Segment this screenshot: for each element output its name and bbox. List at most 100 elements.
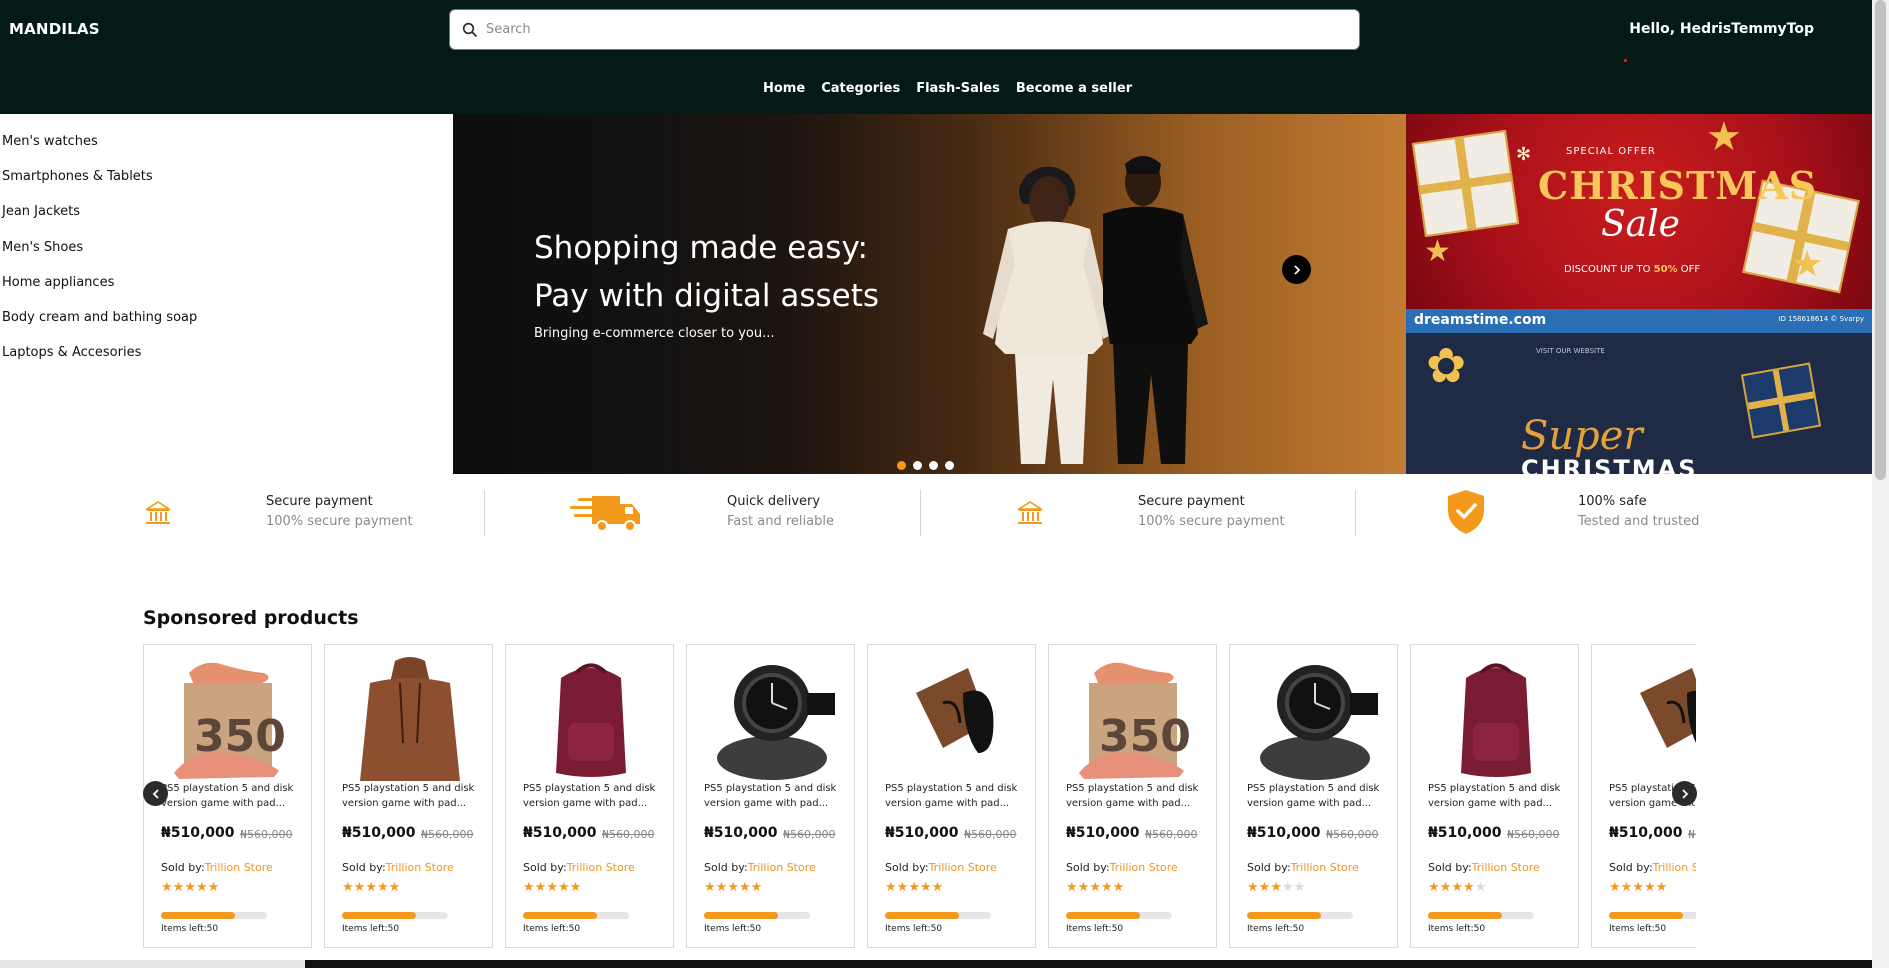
product-card[interactable]: 350 PS5 playstation 5 and disk version ga… [1048,644,1217,948]
user-greeting[interactable]: Hello, HedrisTemmyTop [1629,21,1814,37]
notification-dot [1624,59,1627,62]
items-left-text: Items left:50 [1247,924,1305,934]
seller-store-link[interactable]: Trillion Store [567,861,635,874]
category-item[interactable]: Body cream and bathing soap [0,309,453,344]
star-icon: ★ [1270,880,1282,895]
carousel-dot[interactable] [897,461,906,470]
items-left-text: Items left:50 [704,924,762,934]
hero-title: Shopping made easy: Pay with digital ass… [534,224,954,320]
product-card[interactable]: 350 PS5 playstation 5 and disk version ga… [143,644,312,948]
carousel-next-button[interactable] [1282,255,1311,284]
star-icon: ★ [161,880,173,895]
star-icon: ★ [523,880,535,895]
product-image[interactable] [506,653,675,781]
product-image[interactable] [325,653,494,781]
product-card[interactable]: PS5 playstation 5 and disk version game … [867,644,1036,948]
category-item[interactable]: Smartphones & Tablets [0,168,453,203]
category-item[interactable]: Men's watches [0,133,453,168]
seller-store-link[interactable]: Trillion Store [1472,861,1540,874]
super-christmas-banner[interactable]: VISIT OUR WEBSITE ✿ Super CHRISTMAS [1406,333,1872,474]
product-image[interactable] [687,653,856,781]
seller-label: Sold by: [885,861,929,874]
category-item[interactable]: Jean Jackets [0,203,453,238]
star-icon: ★ [365,880,377,895]
star-icon: ★ [376,880,389,895]
carousel-dot[interactable] [913,461,922,470]
seller-store-link[interactable]: Trillion Store [205,861,273,874]
feature-divider [484,490,485,536]
product-card[interactable]: PS5 playstation 5 and disk version game … [505,644,674,948]
page-scrollbar-thumb[interactable] [1875,0,1886,480]
nav-become-seller[interactable]: Become a seller [1016,81,1132,96]
carousel-next-button[interactable] [1672,781,1697,806]
sponsored-products-title: Sponsored products [143,607,359,629]
hero-models-image [983,156,1208,464]
nav-home[interactable]: Home [763,81,805,96]
product-card[interactable]: PS5 playstation 5 and disk version game … [1410,644,1579,948]
product-seller: Sold by:Trillion Store [1428,861,1540,874]
hero-banner: Shopping made easy: Pay with digital ass… [453,114,1406,474]
search-bar[interactable] [449,9,1360,50]
search-input[interactable] [486,22,1346,37]
product-card[interactable]: PS5 playstation 5 and disk version game … [1229,644,1398,948]
nav-flash-sales[interactable]: Flash-Sales [916,81,1000,96]
product-old-price: ₦560,000 [1145,828,1198,841]
stock-progress-fill [885,912,960,919]
product-price: ₦510,000 [885,825,959,841]
product-name: PS5 playstation 5 and disk version game … [523,783,656,809]
top-header: MANDILAS Hello, HedrisTemmyTop Home Cate… [0,0,1872,114]
feature-secure-payment: Secure payment 100% secure payment [143,488,443,538]
category-item[interactable]: Laptops & Accesories [0,344,453,379]
feature-title: 100% safe [1578,494,1647,509]
seller-store-link[interactable]: Trillion Store [1291,861,1359,874]
nav-categories[interactable]: Categories [821,81,900,96]
promo-special-text: SPECIAL OFFER [1566,146,1656,157]
site-logo[interactable]: MANDILAS [9,20,100,38]
promo-discount-text: DISCOUNT UP TO 50% OFF [1564,264,1700,275]
category-item[interactable]: Home appliances [0,274,453,309]
christmas-sale-banner[interactable]: ★ ★ ★ ✻ SPECIAL OFFER CHRISTMAS Sale DIS… [1406,114,1872,309]
category-item[interactable]: Men's Shoes [0,239,453,274]
carousel-prev-button[interactable] [143,781,168,806]
product-image[interactable]: 350 [1049,653,1218,781]
product-card[interactable]: PS5 playstation 5 and disk version game … [324,644,493,948]
delivery-truck-icon [570,496,640,532]
product-image[interactable] [1411,653,1580,781]
items-left-text: Items left:50 [885,924,943,934]
visit-website-text: VISIT OUR WEBSITE [1536,347,1605,355]
stock-progress-bar [1428,912,1534,919]
stock-progress-fill [1428,912,1503,919]
product-rating: ★★★★★ [342,880,400,895]
carousel-dot[interactable] [929,461,938,470]
product-rating: ★★★★★ [1609,880,1667,895]
seller-store-link[interactable]: Trillion Store [386,861,454,874]
seller-label: Sold by: [342,861,386,874]
chevron-right-icon [1681,788,1688,799]
carousel-dot[interactable] [945,461,954,470]
seller-store-link[interactable]: Trillion Store [748,861,816,874]
product-card[interactable]: PS5 playstation 5 and disk version game … [686,644,855,948]
bow-decoration-icon: ✿ [1426,338,1467,394]
bottom-bar [0,960,1872,968]
sponsored-products-carousel: 350 PS5 playstation 5 and disk version ga… [143,644,1696,948]
product-image[interactable] [1230,653,1399,781]
star-icon: ★ [388,880,401,895]
product-image[interactable]: 350 [144,653,313,781]
star-icon: ★ [172,880,185,895]
product-old-price: ₦560,000 [1507,828,1560,841]
seller-store-link[interactable]: Trillion Store [1110,861,1178,874]
product-price: ₦510,000 [1428,825,1502,841]
promo-banner[interactable]: ★ ★ ★ ✻ SPECIAL OFFER CHRISTMAS Sale DIS… [1406,114,1872,474]
product-old-price: ₦560,000 [240,828,293,841]
seller-store-link[interactable]: Trillion Store [929,861,997,874]
items-left-text: Items left:50 [161,924,219,934]
product-image[interactable] [1592,653,1696,781]
feature-subtitle: Fast and reliable [727,514,834,529]
star-icon: ★ [1100,880,1113,895]
seller-store-link[interactable]: Trillion Store [1653,861,1696,874]
stock-progress-bar [161,912,267,919]
star-icon: ★ [919,880,932,895]
star-icon: ★ [704,880,716,895]
product-old-price: ₦560,000 [1688,828,1696,841]
product-image[interactable] [868,653,1037,781]
